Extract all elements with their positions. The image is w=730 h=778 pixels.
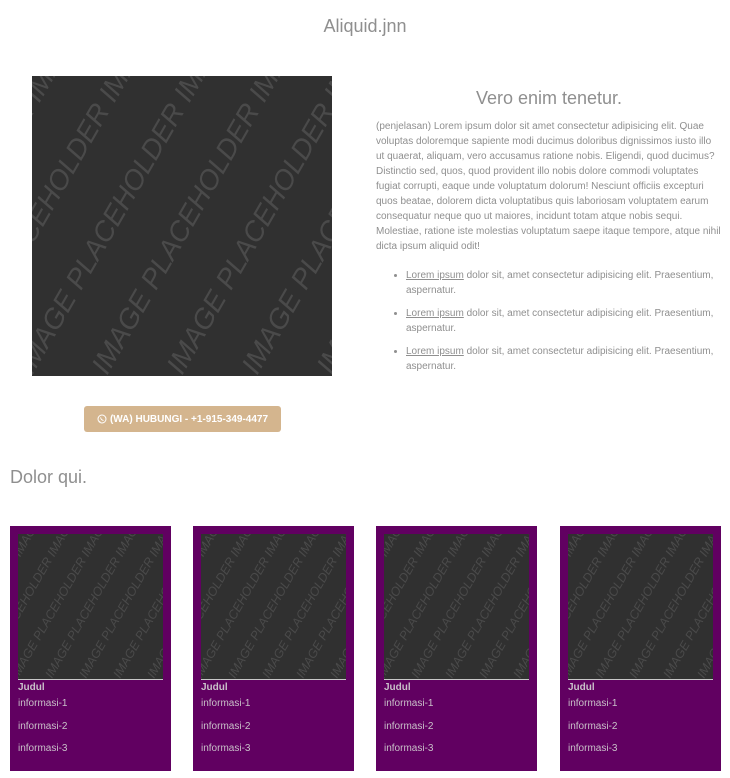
- whatsapp-contact-label: (WA) HUBUNGI - +1-915-349-4477: [109, 413, 269, 425]
- placeholder-text-group: IMAGE PLACEHOLDER IMAGE PLACEHOLDER IMAG…: [18, 534, 163, 679]
- content-list: Lorem ipsum dolor sit, amet consectetur …: [376, 268, 722, 374]
- hero-image-placeholder: IMAGE PLACEHOLDER IMAGE PLACEHOLDER IMAG…: [32, 76, 332, 376]
- card-image-placeholder: IMAGE PLACEHOLDER IMAGE PLACEHOLDER IMAG…: [18, 534, 163, 679]
- list-item: Lorem ipsum dolor sit, amet consectetur …: [406, 268, 722, 298]
- content-paragraph: (penjelasan) Lorem ipsum dolor sit amet …: [376, 121, 721, 252]
- card-info-3: informasi-3: [568, 743, 618, 754]
- card-info-2: informasi-2: [201, 721, 251, 732]
- placeholder-text-group: IMAGE PLACEHOLDER IMAGE PLACEHOLDER IMAG…: [32, 76, 332, 376]
- card-title: Judul: [384, 682, 411, 693]
- content-block: Vero enim tenetur. (penjelasan) Lorem ip…: [376, 88, 722, 382]
- product-card[interactable]: IMAGE PLACEHOLDER IMAGE PLACEHOLDER IMAG…: [560, 526, 721, 771]
- card-info-1: informasi-1: [384, 698, 434, 709]
- product-card[interactable]: IMAGE PLACEHOLDER IMAGE PLACEHOLDER IMAG…: [10, 526, 171, 771]
- card-title: Judul: [18, 682, 45, 693]
- list-item-link[interactable]: Lorem ipsum: [406, 308, 464, 319]
- placeholder-pattern: IMAGE PLACEHOLDER IMAGE PLACEHOLDER IMAG…: [18, 534, 163, 679]
- card-divider: [18, 679, 163, 680]
- placeholder-pattern: IMAGE PLACEHOLDER IMAGE PLACEHOLDER IMAG…: [32, 76, 332, 376]
- placeholder-text-group: IMAGE PLACEHOLDER IMAGE PLACEHOLDER IMAG…: [201, 534, 346, 679]
- product-card[interactable]: IMAGE PLACEHOLDER IMAGE PLACEHOLDER IMAG…: [376, 526, 537, 771]
- card-info-1: informasi-1: [201, 698, 251, 709]
- placeholder-pattern: IMAGE PLACEHOLDER IMAGE PLACEHOLDER IMAG…: [384, 534, 529, 679]
- card-info-1: informasi-1: [18, 698, 68, 709]
- card-divider: [201, 679, 346, 680]
- card-info-2: informasi-2: [568, 721, 618, 732]
- content-heading: Vero enim tenetur.: [475, 88, 623, 108]
- card-info-1: informasi-1: [568, 698, 618, 709]
- site-title: Aliquid.jnn: [323, 16, 407, 36]
- card-info-2: informasi-2: [384, 721, 434, 732]
- card-info-3: informasi-3: [384, 743, 434, 754]
- placeholder-pattern: IMAGE PLACEHOLDER IMAGE PLACEHOLDER IMAG…: [568, 534, 713, 679]
- card-info-3: informasi-3: [201, 743, 251, 754]
- list-item: Lorem ipsum dolor sit, amet consectetur …: [406, 306, 722, 336]
- card-title: Judul: [568, 682, 595, 693]
- placeholder-pattern: IMAGE PLACEHOLDER IMAGE PLACEHOLDER IMAG…: [201, 534, 346, 679]
- card-info-3: informasi-3: [18, 743, 68, 754]
- card-title: Judul: [201, 682, 228, 693]
- list-item: Lorem ipsum dolor sit, amet consectetur …: [406, 344, 722, 374]
- product-card[interactable]: IMAGE PLACEHOLDER IMAGE PLACEHOLDER IMAG…: [193, 526, 354, 771]
- card-image-placeholder: IMAGE PLACEHOLDER IMAGE PLACEHOLDER IMAG…: [568, 534, 713, 679]
- list-item-link[interactable]: Lorem ipsum: [406, 346, 464, 357]
- placeholder-text-group: IMAGE PLACEHOLDER IMAGE PLACEHOLDER IMAG…: [384, 534, 529, 679]
- placeholder-text-group: IMAGE PLACEHOLDER IMAGE PLACEHOLDER IMAG…: [568, 534, 713, 679]
- whatsapp-icon: [97, 414, 107, 424]
- card-divider: [384, 679, 529, 680]
- list-item-link[interactable]: Lorem ipsum: [406, 270, 464, 281]
- card-image-placeholder: IMAGE PLACEHOLDER IMAGE PLACEHOLDER IMAG…: [201, 534, 346, 679]
- card-divider: [568, 679, 713, 680]
- whatsapp-contact-button[interactable]: (WA) HUBUNGI - +1-915-349-4477: [84, 406, 281, 432]
- section-title: Dolor qui.: [10, 467, 88, 487]
- card-info-2: informasi-2: [18, 721, 68, 732]
- card-image-placeholder: IMAGE PLACEHOLDER IMAGE PLACEHOLDER IMAG…: [384, 534, 529, 679]
